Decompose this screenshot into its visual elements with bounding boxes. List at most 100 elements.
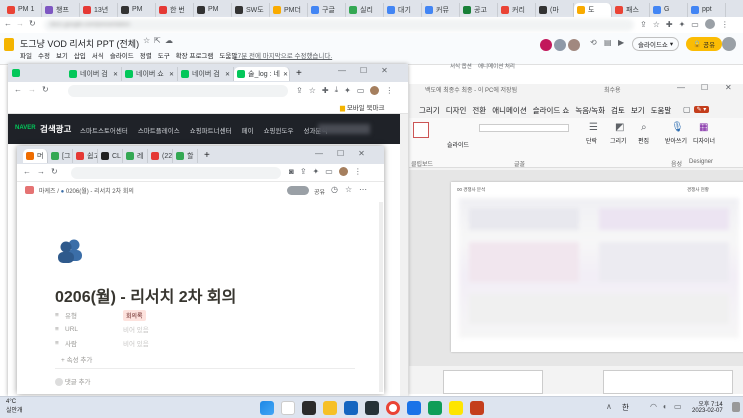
browser-tab[interactable]: SW도 [232,2,270,17]
forward-icon[interactable]: → [37,167,45,176]
slides-menu-item[interactable]: 수정 [38,50,50,60]
notion-scrollbar[interactable] [379,202,383,392]
naver-nav-item[interactable]: 스마트스토어센터 [80,125,128,135]
browser-tab[interactable]: 패스 [612,2,650,17]
draw-icon[interactable]: ◩ [615,122,624,133]
ribbon-edit-label[interactable]: 편집 [638,136,649,145]
menu-dots-icon[interactable]: ⋮ [721,20,729,29]
puzzle-icon[interactable]: ✦ [313,167,320,176]
camera-icon[interactable]: ◙ [289,167,294,176]
back-icon[interactable]: ← [23,167,31,176]
menu-dots-icon[interactable]: ⋮ [354,167,362,176]
slides-menu-item[interactable]: 서식 [92,50,104,60]
mobile-bookmarks[interactable]: ▆ 모바일 북마크 [340,102,385,112]
ribbon-designer-label[interactable]: 디자이너 [693,136,715,145]
powerpoint-icon[interactable] [470,401,484,415]
weather-widget[interactable]: 4°C 실안개 [6,399,23,414]
bookmark-star-icon[interactable]: ☆ [653,20,660,29]
ppt-menu-item[interactable]: 보기 [631,105,645,116]
naver-nav-item[interactable]: 쇼핑파트너센터 [190,125,232,135]
windows-start-icon[interactable] [260,401,274,415]
tab-close-icon[interactable]: ✕ [113,71,118,78]
profile-avatar[interactable] [338,167,348,176]
avatar[interactable] [540,39,552,51]
app-icon[interactable] [428,401,442,415]
property-row[interactable]: ≡ 유형 회의록 [55,308,149,322]
close-icon[interactable]: ✕ [381,66,388,75]
property-row[interactable]: ≡ 사람 비어 있음 [55,336,149,350]
reload-icon[interactable]: ↻ [42,85,49,94]
last-edit-link[interactable]: 17분 전에 마지막으로 수정했습니다. [234,50,332,60]
browser-tab[interactable]: 커리 [498,2,536,17]
property-value[interactable]: 비어 있음 [123,338,149,348]
browser-tab[interactable]: 구글 [308,2,346,17]
more-icon[interactable]: ⋯ [359,185,367,194]
naver-nav-item[interactable]: 스마트플레이스 [138,125,180,135]
wifi-icon[interactable]: ◠ [650,402,657,411]
ppt-menu-item[interactable]: 슬라이드 쇼 [533,105,570,116]
add-comment[interactable]: 댓글 추가 [55,376,91,387]
paragraph-icon[interactable]: ☰ [589,122,598,133]
profile-avatar[interactable] [704,19,715,29]
browser-tab[interactable]: 네이버 검 ✕ [178,67,234,81]
slides-menu-item[interactable]: 슬라이드 [110,50,134,60]
search-icon[interactable] [281,401,295,415]
browser-tab[interactable]: 할 [173,149,198,163]
history-icon[interactable]: ⟲ [590,38,597,47]
browser-tab[interactable]: 도 [574,2,612,17]
sidebar-icon[interactable]: ▭ [325,167,333,176]
back-icon[interactable]: ← [14,85,22,94]
share-button[interactable]: 🔒 공유 [686,37,723,51]
slides-menu-item[interactable]: 보기 [56,50,68,60]
slides-menu-item[interactable]: 확장 프로그램 [176,50,214,60]
avatar[interactable] [568,39,580,51]
browser-tab[interactable]: 머 [23,149,48,163]
comment-icon[interactable]: ▢ [683,105,691,114]
format-options-tab[interactable]: 서식 옵션 [450,62,472,70]
bookmark-star-icon[interactable]: ☆ [309,86,316,95]
minimize-icon[interactable]: — [677,83,685,92]
app-icon[interactable] [407,401,421,415]
search-icon[interactable]: ⌕ [641,122,647,133]
star-icon[interactable]: ☆ [143,36,150,45]
browser-tab[interactable]: 대기 [384,2,422,17]
browser-tab[interactable]: [그 [48,149,73,163]
browser-tab[interactable]: 레 [123,149,148,163]
browser-tab[interactable]: 공고 [460,2,498,17]
share-page-icon[interactable]: ⇪ [300,167,307,176]
forward-icon[interactable]: → [28,85,36,94]
property-value[interactable]: 회의록 [123,309,146,321]
browser-tab[interactable]: PM [194,2,232,17]
close-icon[interactable]: ✕ [358,149,365,158]
doc-title[interactable]: 도그냥 VOD 리서치 PPT (전체) [20,37,139,50]
task-view-icon[interactable] [302,401,316,415]
font-family-box[interactable] [479,124,569,132]
maximize-icon[interactable]: ☐ [337,149,344,158]
maximize-icon[interactable]: ☐ [701,83,708,92]
tab-close-icon[interactable]: ✕ [283,71,288,78]
close-icon[interactable]: ✕ [725,83,732,92]
puzzle-icon[interactable]: ✦ [344,86,351,95]
chrome-tab-search-icon[interactable] [12,69,20,77]
comment-icon[interactable]: ▤ [604,38,612,47]
browser-tab[interactable]: 한 번 [156,2,194,17]
breadcrumb-page[interactable]: 0206(월) - 리서치 2차 회의 [66,189,134,195]
naver-nav-item[interactable]: 쇼핑윈도우 [264,125,294,135]
kakaotalk-icon[interactable] [449,401,463,415]
notification-icon[interactable] [732,402,740,412]
extension-icon[interactable]: ✚ [666,20,673,29]
extension-icon[interactable]: ✚ [322,86,329,95]
browser-tab[interactable]: 커뮤 [422,2,460,17]
breadcrumb-root[interactable]: 마케즈 [39,189,56,195]
property-row[interactable]: ≡ URL 비어 있음 [55,322,149,336]
move-folder-icon[interactable]: ⇱ [154,36,161,45]
maximize-icon[interactable]: ☐ [360,66,367,75]
ribbon-slide-label[interactable]: 슬라이드 [447,140,469,149]
favorite-star-icon[interactable]: ☆ [345,185,352,194]
ppt-menu-item[interactable]: 전환 [472,105,486,116]
chrome-icon[interactable] [386,401,400,415]
browser-tab[interactable]: PM 1 [4,2,42,17]
avatar[interactable] [554,39,566,51]
browser-tab[interactable]: 네이버 검 ✕ [66,67,122,81]
microphone-icon[interactable]: 🎙 [671,122,684,133]
